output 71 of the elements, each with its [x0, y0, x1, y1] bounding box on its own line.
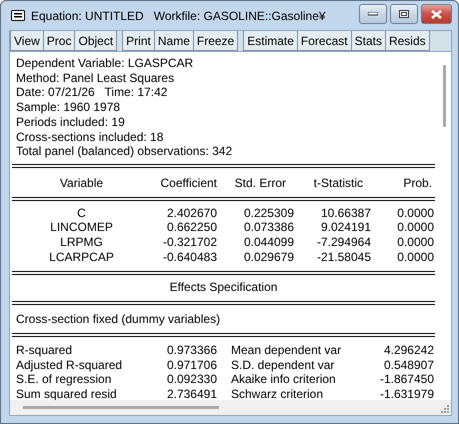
- table-cell-text: 0.029679: [242, 250, 294, 264]
- maximize-button[interactable]: [390, 4, 418, 24]
- window-menu-icon[interactable]: [11, 10, 25, 21]
- toolbar-button[interactable]: Object: [75, 31, 118, 51]
- table-cell-text: 9.024191: [320, 220, 371, 236]
- header-line: Cross-sections included: 18: [15, 130, 164, 144]
- statistic-label: R-squared: [15, 342, 74, 358]
- table-cell-text: -0.321702: [162, 235, 217, 250]
- table-cell-text: 0.073386: [242, 220, 294, 236]
- horizontal-scrollbar[interactable]: [10, 400, 438, 415]
- column-header: Coefficient: [160, 176, 217, 191]
- statistic-value: 0.971706: [166, 358, 217, 372]
- column-header: t-Statistic: [312, 176, 364, 191]
- header-line: Sample: 1960 1978: [15, 100, 122, 115]
- toolbar-button[interactable]: Freeze: [194, 31, 238, 51]
- toolbar-button[interactable]: Name: [154, 31, 194, 51]
- statistic-label: Sum squared resid: [15, 386, 118, 400]
- header-line: Method: Panel Least Squares: [15, 70, 176, 86]
- toolbar-button[interactable]: Resids: [386, 31, 430, 51]
- table-cell-text: 0.0000: [396, 235, 434, 250]
- statistic-label: S.E. of regression: [15, 372, 112, 387]
- statistic-value: 0.092330: [166, 372, 217, 387]
- column-header: Variable: [58, 176, 104, 191]
- statistic-label: Akaike info criterion: [230, 372, 337, 387]
- statistic-label: Schwarz criterion: [230, 386, 324, 400]
- column-header: Prob.: [402, 176, 433, 191]
- toolbar-button[interactable]: Proc: [44, 31, 76, 51]
- toolbar-button[interactable]: Stats: [352, 31, 386, 51]
- header-line: Date: 07/21/26 Time: 17:42: [15, 85, 168, 100]
- statistic-value: 4.296242: [382, 342, 434, 358]
- table-cell-text: 0.662250: [166, 220, 217, 236]
- table-cell-text: 2.402670: [166, 206, 217, 220]
- statistic-value: -1.867450: [378, 372, 434, 387]
- table-cell-text: C: [76, 206, 87, 220]
- header-line: Periods included: 19: [15, 114, 126, 130]
- section-title: Effects Specification: [168, 280, 278, 296]
- toolbar-button[interactable]: Estimate: [243, 31, 298, 51]
- table-cell-text: 0.044099: [242, 235, 294, 250]
- close-icon: [431, 10, 442, 18]
- table-cell-text: 0.225309: [242, 206, 294, 220]
- column-header: Std. Error: [234, 176, 287, 191]
- statistic-label: Adjusted R-squared: [15, 358, 124, 372]
- minimize-icon: [368, 12, 378, 16]
- table-cell-text: -21.58045: [316, 250, 371, 264]
- toolbar-button[interactable]: Forecast: [298, 31, 352, 51]
- window-title: Equation: UNTITLED: [31, 8, 144, 22]
- toolbar-button[interactable]: View: [10, 31, 44, 51]
- statistic-label: Mean dependent var: [230, 342, 342, 358]
- table-cell-text: 0.0000: [396, 206, 434, 220]
- statistic-value: 0.548907: [382, 358, 434, 372]
- minimize-button[interactable]: [359, 4, 387, 24]
- table-cell-text: -0.640483: [162, 250, 217, 264]
- effects-line: Cross-section fixed (dummy variables): [15, 312, 222, 327]
- table-cell-text: 0.0000: [396, 250, 434, 264]
- table-cell-text: LRPMG: [59, 235, 104, 250]
- resize-grip-icon[interactable]: [441, 405, 449, 413]
- table-cell-text: -7.294964: [316, 235, 371, 250]
- statistic-label: S.D. dependent var: [230, 358, 336, 372]
- statistic-value: -1.631979: [378, 386, 434, 400]
- header-line: Dependent Variable: LGASPCAR: [15, 56, 194, 71]
- statistic-value: 2.736491: [166, 386, 217, 400]
- toolbar-button[interactable]: Print: [122, 31, 155, 51]
- workfile-title: Workfile: GASOLINE::Gasoline¥: [154, 8, 326, 22]
- table-cell-text: LINCOMEP: [49, 220, 114, 236]
- close-button[interactable]: [421, 4, 452, 24]
- header-line: Total panel (balanced) observations: 342: [15, 144, 234, 159]
- table-cell-text: LCARPCAP: [48, 250, 115, 264]
- table-cell-text: 0.0000: [396, 220, 434, 236]
- statistic-value: 0.973366: [166, 342, 217, 358]
- table-cell-text: 10.66387: [320, 206, 371, 220]
- maximize-icon: [399, 10, 409, 18]
